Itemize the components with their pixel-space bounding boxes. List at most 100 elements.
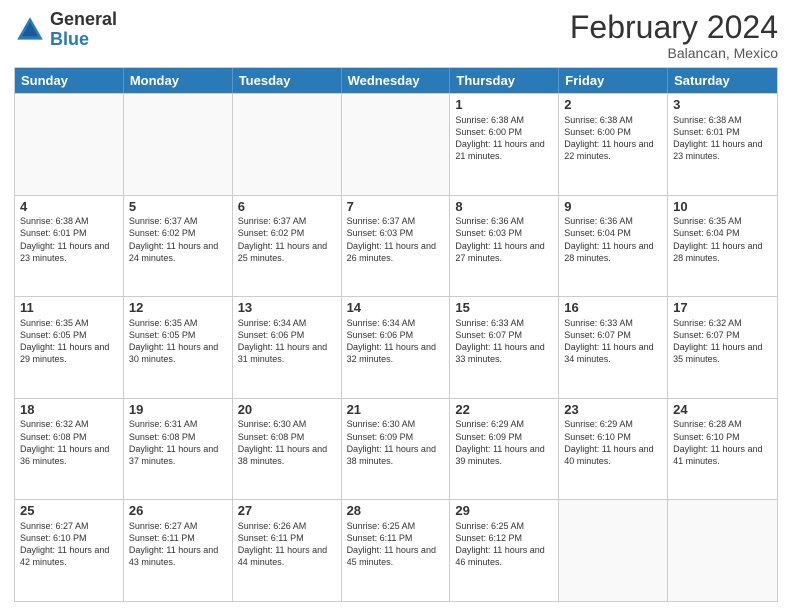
cal-day-info: Sunrise: 6:25 AM Sunset: 6:12 PM Dayligh… (455, 520, 553, 569)
cal-day-info: Sunrise: 6:37 AM Sunset: 6:02 PM Dayligh… (238, 215, 336, 264)
cal-header-thursday: Thursday (450, 68, 559, 93)
cal-week-3: 11Sunrise: 6:35 AM Sunset: 6:05 PM Dayli… (15, 296, 777, 398)
cal-cell: 21Sunrise: 6:30 AM Sunset: 6:09 PM Dayli… (342, 399, 451, 500)
cal-day-info: Sunrise: 6:35 AM Sunset: 6:05 PM Dayligh… (129, 317, 227, 366)
cal-day-number: 6 (238, 199, 336, 215)
logo-general-text: General (50, 10, 117, 30)
cal-day-info: Sunrise: 6:30 AM Sunset: 6:08 PM Dayligh… (238, 418, 336, 467)
cal-day-number: 29 (455, 503, 553, 519)
cal-day-info: Sunrise: 6:35 AM Sunset: 6:05 PM Dayligh… (20, 317, 118, 366)
cal-day-number: 8 (455, 199, 553, 215)
cal-cell: 22Sunrise: 6:29 AM Sunset: 6:09 PM Dayli… (450, 399, 559, 500)
cal-week-1: 1Sunrise: 6:38 AM Sunset: 6:00 PM Daylig… (15, 93, 777, 195)
cal-cell: 17Sunrise: 6:32 AM Sunset: 6:07 PM Dayli… (668, 297, 777, 398)
cal-day-number: 2 (564, 97, 662, 113)
cal-header-friday: Friday (559, 68, 668, 93)
cal-cell (559, 500, 668, 601)
cal-day-number: 9 (564, 199, 662, 215)
cal-day-info: Sunrise: 6:38 AM Sunset: 6:00 PM Dayligh… (564, 114, 662, 163)
cal-header-saturday: Saturday (668, 68, 777, 93)
cal-day-number: 19 (129, 402, 227, 418)
cal-day-number: 1 (455, 97, 553, 113)
cal-day-number: 12 (129, 300, 227, 316)
logo: General Blue (14, 10, 117, 50)
cal-day-info: Sunrise: 6:33 AM Sunset: 6:07 PM Dayligh… (564, 317, 662, 366)
cal-header-monday: Monday (124, 68, 233, 93)
cal-day-info: Sunrise: 6:27 AM Sunset: 6:10 PM Dayligh… (20, 520, 118, 569)
cal-week-4: 18Sunrise: 6:32 AM Sunset: 6:08 PM Dayli… (15, 398, 777, 500)
cal-cell: 28Sunrise: 6:25 AM Sunset: 6:11 PM Dayli… (342, 500, 451, 601)
cal-day-info: Sunrise: 6:36 AM Sunset: 6:03 PM Dayligh… (455, 215, 553, 264)
logo-icon (14, 14, 46, 46)
cal-cell: 25Sunrise: 6:27 AM Sunset: 6:10 PM Dayli… (15, 500, 124, 601)
cal-day-info: Sunrise: 6:30 AM Sunset: 6:09 PM Dayligh… (347, 418, 445, 467)
cal-header-wednesday: Wednesday (342, 68, 451, 93)
cal-day-number: 18 (20, 402, 118, 418)
cal-day-info: Sunrise: 6:38 AM Sunset: 6:00 PM Dayligh… (455, 114, 553, 163)
cal-day-number: 23 (564, 402, 662, 418)
cal-cell: 16Sunrise: 6:33 AM Sunset: 6:07 PM Dayli… (559, 297, 668, 398)
cal-day-number: 20 (238, 402, 336, 418)
cal-day-info: Sunrise: 6:37 AM Sunset: 6:03 PM Dayligh… (347, 215, 445, 264)
cal-day-info: Sunrise: 6:38 AM Sunset: 6:01 PM Dayligh… (673, 114, 772, 163)
cal-day-info: Sunrise: 6:31 AM Sunset: 6:08 PM Dayligh… (129, 418, 227, 467)
cal-day-info: Sunrise: 6:25 AM Sunset: 6:11 PM Dayligh… (347, 520, 445, 569)
cal-day-info: Sunrise: 6:32 AM Sunset: 6:08 PM Dayligh… (20, 418, 118, 467)
cal-cell: 14Sunrise: 6:34 AM Sunset: 6:06 PM Dayli… (342, 297, 451, 398)
cal-cell: 24Sunrise: 6:28 AM Sunset: 6:10 PM Dayli… (668, 399, 777, 500)
page: General Blue February 2024 Balancan, Mex… (0, 0, 792, 612)
calendar: SundayMondayTuesdayWednesdayThursdayFrid… (14, 67, 778, 602)
cal-day-info: Sunrise: 6:38 AM Sunset: 6:01 PM Dayligh… (20, 215, 118, 264)
cal-cell: 15Sunrise: 6:33 AM Sunset: 6:07 PM Dayli… (450, 297, 559, 398)
cal-day-number: 21 (347, 402, 445, 418)
cal-day-info: Sunrise: 6:28 AM Sunset: 6:10 PM Dayligh… (673, 418, 772, 467)
cal-header-sunday: Sunday (15, 68, 124, 93)
cal-day-number: 22 (455, 402, 553, 418)
calendar-body: 1Sunrise: 6:38 AM Sunset: 6:00 PM Daylig… (15, 93, 777, 601)
cal-cell: 27Sunrise: 6:26 AM Sunset: 6:11 PM Dayli… (233, 500, 342, 601)
cal-day-info: Sunrise: 6:32 AM Sunset: 6:07 PM Dayligh… (673, 317, 772, 366)
cal-cell: 7Sunrise: 6:37 AM Sunset: 6:03 PM Daylig… (342, 196, 451, 297)
cal-day-number: 27 (238, 503, 336, 519)
cal-cell (233, 94, 342, 195)
cal-cell: 3Sunrise: 6:38 AM Sunset: 6:01 PM Daylig… (668, 94, 777, 195)
logo-blue-text: Blue (50, 30, 117, 50)
cal-cell: 13Sunrise: 6:34 AM Sunset: 6:06 PM Dayli… (233, 297, 342, 398)
cal-day-number: 5 (129, 199, 227, 215)
cal-cell: 29Sunrise: 6:25 AM Sunset: 6:12 PM Dayli… (450, 500, 559, 601)
header: General Blue February 2024 Balancan, Mex… (14, 10, 778, 61)
cal-day-info: Sunrise: 6:29 AM Sunset: 6:10 PM Dayligh… (564, 418, 662, 467)
cal-day-number: 14 (347, 300, 445, 316)
cal-day-number: 10 (673, 199, 772, 215)
cal-day-info: Sunrise: 6:34 AM Sunset: 6:06 PM Dayligh… (347, 317, 445, 366)
cal-day-number: 7 (347, 199, 445, 215)
cal-cell: 1Sunrise: 6:38 AM Sunset: 6:00 PM Daylig… (450, 94, 559, 195)
cal-cell: 23Sunrise: 6:29 AM Sunset: 6:10 PM Dayli… (559, 399, 668, 500)
cal-cell: 12Sunrise: 6:35 AM Sunset: 6:05 PM Dayli… (124, 297, 233, 398)
cal-week-2: 4Sunrise: 6:38 AM Sunset: 6:01 PM Daylig… (15, 195, 777, 297)
cal-cell: 11Sunrise: 6:35 AM Sunset: 6:05 PM Dayli… (15, 297, 124, 398)
cal-cell (15, 94, 124, 195)
cal-cell: 20Sunrise: 6:30 AM Sunset: 6:08 PM Dayli… (233, 399, 342, 500)
cal-cell: 6Sunrise: 6:37 AM Sunset: 6:02 PM Daylig… (233, 196, 342, 297)
cal-cell: 2Sunrise: 6:38 AM Sunset: 6:00 PM Daylig… (559, 94, 668, 195)
cal-cell (124, 94, 233, 195)
cal-day-number: 13 (238, 300, 336, 316)
calendar-header-row: SundayMondayTuesdayWednesdayThursdayFrid… (15, 68, 777, 93)
cal-cell: 9Sunrise: 6:36 AM Sunset: 6:04 PM Daylig… (559, 196, 668, 297)
cal-header-tuesday: Tuesday (233, 68, 342, 93)
cal-cell: 18Sunrise: 6:32 AM Sunset: 6:08 PM Dayli… (15, 399, 124, 500)
cal-day-info: Sunrise: 6:37 AM Sunset: 6:02 PM Dayligh… (129, 215, 227, 264)
subtitle: Balancan, Mexico (570, 45, 778, 61)
cal-cell: 10Sunrise: 6:35 AM Sunset: 6:04 PM Dayli… (668, 196, 777, 297)
cal-day-info: Sunrise: 6:33 AM Sunset: 6:07 PM Dayligh… (455, 317, 553, 366)
cal-day-number: 24 (673, 402, 772, 418)
cal-day-info: Sunrise: 6:29 AM Sunset: 6:09 PM Dayligh… (455, 418, 553, 467)
title-block: February 2024 Balancan, Mexico (570, 10, 778, 61)
cal-cell: 8Sunrise: 6:36 AM Sunset: 6:03 PM Daylig… (450, 196, 559, 297)
cal-cell: 4Sunrise: 6:38 AM Sunset: 6:01 PM Daylig… (15, 196, 124, 297)
cal-day-number: 17 (673, 300, 772, 316)
cal-day-info: Sunrise: 6:36 AM Sunset: 6:04 PM Dayligh… (564, 215, 662, 264)
cal-day-number: 16 (564, 300, 662, 316)
cal-day-info: Sunrise: 6:35 AM Sunset: 6:04 PM Dayligh… (673, 215, 772, 264)
